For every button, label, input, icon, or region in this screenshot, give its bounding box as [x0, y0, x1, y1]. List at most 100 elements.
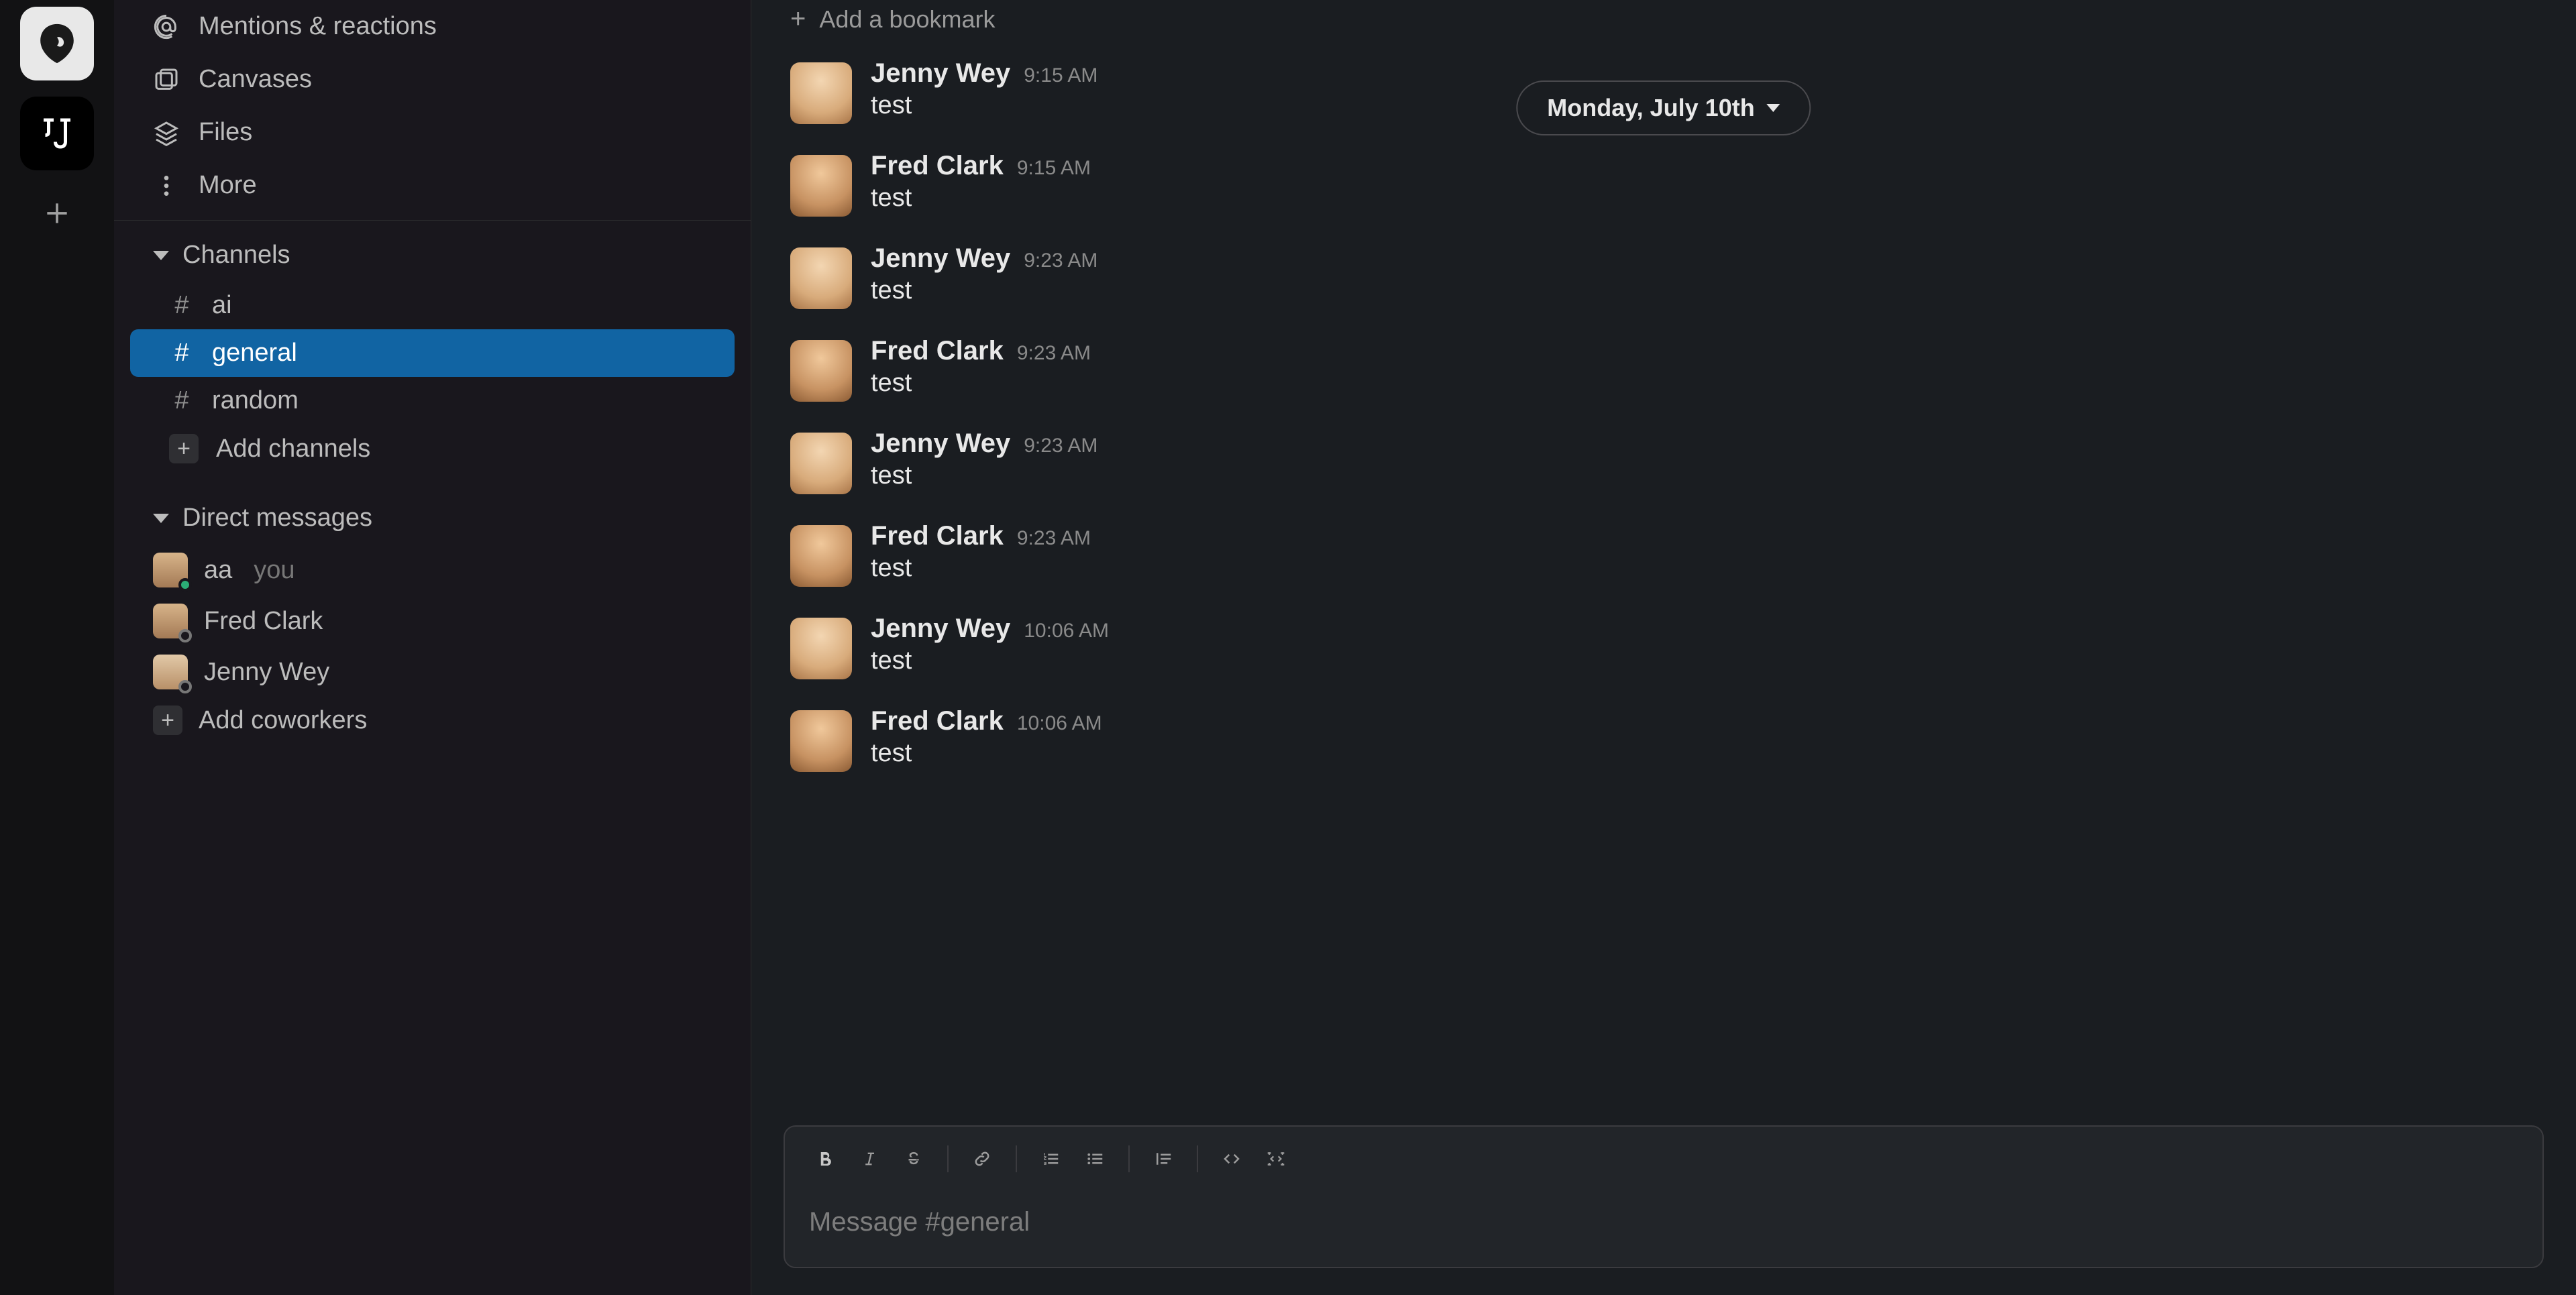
- channel-label: random: [212, 386, 299, 415]
- message-header: Fred Clark9:23 AM: [871, 336, 1091, 366]
- blockquote-button[interactable]: [1143, 1140, 1183, 1178]
- ordered-list-button[interactable]: [1030, 1140, 1071, 1178]
- message-author[interactable]: Jenny Wey: [871, 614, 1010, 644]
- caret-down-icon: [153, 514, 169, 523]
- sidebar-separator: [114, 220, 751, 221]
- presence-indicator: [178, 578, 192, 592]
- message[interactable]: Fred Clark10:06 AMtest: [790, 693, 2576, 785]
- message-author[interactable]: Jenny Wey: [871, 58, 1010, 89]
- italic-icon: [860, 1149, 879, 1168]
- channel-random[interactable]: #random: [130, 377, 735, 425]
- add-coworkers-button[interactable]: + Add coworkers: [114, 697, 751, 743]
- code-button[interactable]: [1212, 1140, 1252, 1178]
- avatar: [790, 247, 852, 309]
- message-body: Jenny Wey 9:23 AM test: [871, 243, 1097, 309]
- italic-button[interactable]: [849, 1140, 890, 1178]
- avatar: [790, 155, 852, 217]
- avatar: [790, 62, 852, 124]
- message-time: 10:06 AM: [1024, 620, 1109, 642]
- message-header: Fred Clark 10:06 AM: [871, 706, 1102, 736]
- message-body: Jenny Wey9:15 AMtest: [871, 58, 1097, 124]
- more-label: More: [199, 171, 257, 200]
- more-icon: [153, 172, 180, 199]
- dm-jenny-wey[interactable]: Jenny Wey: [114, 646, 751, 697]
- you-badge: you: [254, 556, 294, 585]
- channel-general[interactable]: # general: [130, 329, 735, 377]
- strikethrough-button[interactable]: [894, 1140, 934, 1178]
- workspace-rail: [0, 0, 114, 1295]
- message-time: 10:06 AM: [1017, 712, 1102, 735]
- message-time: 9:15 AM: [1024, 64, 1097, 87]
- mentions-reactions-link[interactable]: Mentions & reactions: [114, 0, 751, 53]
- message-author[interactable]: Jenny Wey: [871, 429, 1010, 459]
- code-block-button[interactable]: [1256, 1140, 1296, 1178]
- add-channels-button[interactable]: + Add channels: [130, 425, 735, 473]
- channels-section-header[interactable]: Channels: [114, 229, 751, 282]
- toolbar-separator: [947, 1145, 949, 1172]
- add-workspace-button[interactable]: [30, 186, 84, 240]
- message-text: test: [871, 276, 1097, 305]
- dm-label: Jenny Wey: [204, 658, 329, 687]
- canvases-link[interactable]: Canvases: [114, 53, 751, 106]
- bookmark-label: Add a bookmark: [819, 5, 995, 34]
- more-link[interactable]: More: [114, 159, 751, 212]
- workspace-1-button[interactable]: [20, 7, 94, 80]
- message-input[interactable]: Message #general: [785, 1191, 2542, 1267]
- message-author[interactable]: Fred Clark: [871, 521, 1004, 551]
- at-icon: [153, 13, 180, 40]
- main-panel: + Add a bookmark Monday, July 10th Jenny…: [751, 0, 2576, 1295]
- message-author[interactable]: Fred Clark: [871, 151, 1004, 181]
- dms-header-label: Direct messages: [182, 504, 372, 532]
- message[interactable]: Fred Clark 9:23 AM test: [790, 508, 2576, 600]
- workspace-2-button[interactable]: [20, 97, 94, 170]
- add-coworkers-label: Add coworkers: [199, 706, 367, 735]
- caret-down-icon: [153, 251, 169, 260]
- canvases-icon: [153, 66, 180, 93]
- bullet-list-button[interactable]: [1075, 1140, 1115, 1178]
- avatar: [790, 710, 852, 772]
- message-time: 9:15 AM: [1017, 157, 1091, 180]
- message-body: Fred Clark 9:23 AM test: [871, 521, 1091, 587]
- dm-aa[interactable]: aayou: [114, 545, 751, 596]
- message-author[interactable]: Fred Clark: [871, 706, 1004, 736]
- plus-icon: +: [790, 4, 806, 34]
- message-text: test: [871, 554, 1091, 583]
- avatar: [790, 340, 852, 402]
- files-link[interactable]: Files: [114, 106, 751, 159]
- workspace-logo-icon: [37, 113, 77, 154]
- chevron-down-icon: [1767, 104, 1780, 112]
- sidebar: Mentions & reactions Canvases Files More…: [114, 0, 751, 1295]
- message-author[interactable]: Jenny Wey: [871, 243, 1010, 274]
- dm-fred-clark[interactable]: Fred Clark: [114, 596, 751, 646]
- message-time: 9:23 AM: [1024, 249, 1097, 272]
- message[interactable]: Fred Clark9:15 AMtest: [790, 137, 2576, 230]
- message-author[interactable]: Fred Clark: [871, 336, 1004, 366]
- message[interactable]: Jenny Wey10:06 AMtest: [790, 600, 2576, 693]
- message-body: Fred Clark9:23 AMtest: [871, 336, 1091, 402]
- message[interactable]: Jenny Wey 9:23 AM test: [790, 230, 2576, 323]
- bold-button[interactable]: [805, 1140, 845, 1178]
- message-time: 9:23 AM: [1024, 435, 1097, 457]
- message[interactable]: Jenny Wey9:23 AMtest: [790, 415, 2576, 508]
- add-channels-label: Add channels: [216, 435, 370, 463]
- message-header: Jenny Wey 9:23 AM: [871, 429, 1097, 459]
- presence-indicator: [178, 629, 192, 642]
- date-divider-pill[interactable]: Monday, July 10th: [1516, 80, 1811, 135]
- files-label: Files: [199, 118, 252, 147]
- message-composer[interactable]: Message #general: [784, 1125, 2544, 1268]
- message-header: Jenny Wey 10:06 AM: [871, 614, 1109, 644]
- message-time: 9:23 AM: [1017, 527, 1091, 550]
- channel-label: general: [212, 339, 297, 368]
- dms-section-header[interactable]: Direct messages: [114, 492, 751, 545]
- add-bookmark-button[interactable]: + Add a bookmark: [751, 0, 2576, 45]
- message-list: Jenny Wey 9:15 AM test Fred Clark 9:15 AM tes…: [751, 45, 2576, 1125]
- channel-ai[interactable]: #ai: [130, 282, 735, 329]
- message[interactable]: Fred Clark9:23 AMtest: [790, 323, 2576, 415]
- hash-icon: #: [169, 339, 195, 368]
- link-button[interactable]: [962, 1140, 1002, 1178]
- date-label: Monday, July 10th: [1547, 94, 1754, 122]
- dm-label: aa: [204, 556, 232, 585]
- files-icon: [153, 119, 180, 146]
- composer-area: Message #general: [751, 1125, 2576, 1295]
- message-header: Jenny Wey 9:23 AM: [871, 243, 1097, 274]
